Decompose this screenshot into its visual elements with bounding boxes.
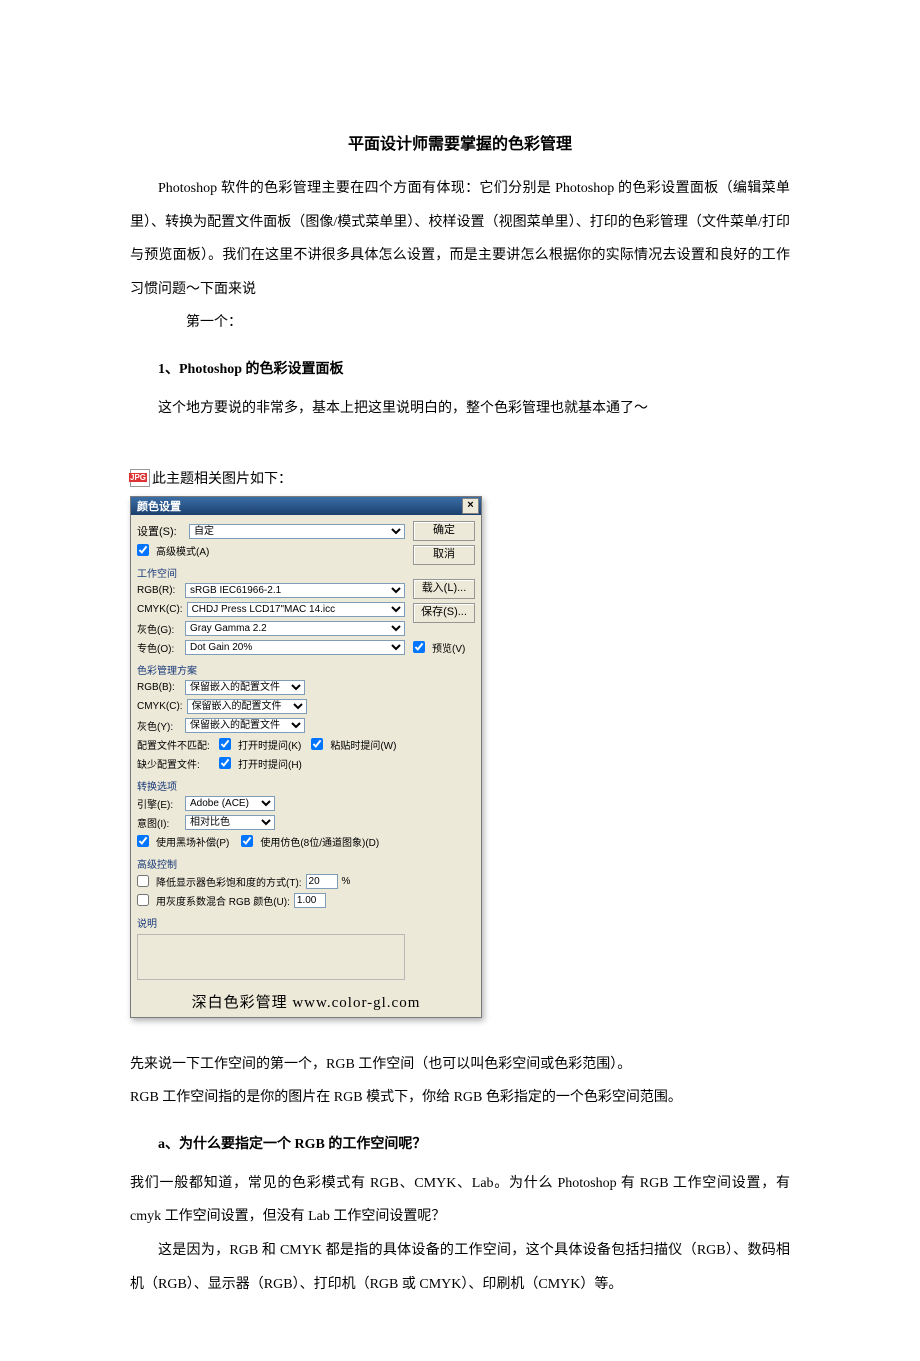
dialog-titlebar: 颜色设置 × xyxy=(131,497,481,515)
conversion-header: 转换选项 xyxy=(137,778,405,793)
intro-paragraph: Photoshop 软件的色彩管理主要在四个方面有体现：它们分别是 Photos… xyxy=(130,172,790,306)
desat-input[interactable] xyxy=(306,874,338,889)
missing-label: 缺少配置文件: xyxy=(137,756,215,771)
desat-checkbox[interactable] xyxy=(137,875,149,887)
policy-header: 色彩管理方案 xyxy=(137,662,405,677)
policy-gray-select[interactable]: 保留嵌入的配置文件 xyxy=(185,718,305,733)
body-p5: RGB 工作空间指的是你的图片在 RGB 模式下，你给 RGB 色彩指定的一个色… xyxy=(130,1081,790,1115)
percent-label: % xyxy=(342,876,351,887)
blackpoint-checkbox[interactable] xyxy=(137,835,149,847)
blend-checkbox[interactable] xyxy=(137,894,149,906)
blend-label: 用灰度系数混合 RGB 颜色(U): xyxy=(156,893,290,908)
watermark-text: 深白色彩管理 www.color-gl.com xyxy=(131,988,481,1017)
settings-select[interactable]: 自定 xyxy=(189,524,405,539)
advanced-header: 高级控制 xyxy=(137,856,405,871)
close-icon[interactable]: × xyxy=(462,498,479,514)
mismatch-open-checkbox[interactable] xyxy=(219,738,231,750)
desat-label: 降低显示器色彩饱和度的方式(T): xyxy=(156,874,302,889)
description-header: 说明 xyxy=(137,915,405,930)
body-p7: 这是因为，RGB 和 CMYK 都是指的具体设备的工作空间，这个具体设备包括扫描… xyxy=(130,1234,790,1301)
preview-checkbox[interactable] xyxy=(413,641,425,653)
intent-select[interactable]: 相对比色 xyxy=(185,815,275,830)
intent-label: 意图(I): xyxy=(137,815,181,830)
policy-rgb-select[interactable]: 保留嵌入的配置文件 xyxy=(185,680,305,695)
blend-input[interactable] xyxy=(294,893,326,908)
mismatch-open-label: 打开时提问(K) xyxy=(238,737,301,752)
missing-open-checkbox[interactable] xyxy=(219,757,231,769)
section-a-heading: a、为什么要指定一个 RGB 的工作空间呢？ xyxy=(158,1133,790,1153)
body-p4: 先来说一下工作空间的第一个，RGB 工作空间（也可以叫色彩空间或色彩范围）。 xyxy=(130,1048,790,1082)
body-p6: 我们一般都知道，常见的色彩模式有 RGB、CMYK、Lab。为什么 Photos… xyxy=(130,1167,790,1234)
advanced-mode-checkbox[interactable] xyxy=(137,544,149,556)
policy-cmyk-label: CMYK(C): xyxy=(137,701,183,712)
jpg-file-icon xyxy=(130,469,150,487)
cmyk-select[interactable]: CHDJ Press LCD17"MAC 14.icc xyxy=(187,602,405,617)
policy-rgb-label: RGB(B): xyxy=(137,682,181,693)
save-button[interactable]: 保存(S)... xyxy=(413,603,475,623)
preview-label: 预览(V) xyxy=(432,640,465,655)
spot-select[interactable]: Dot Gain 20% xyxy=(185,640,405,655)
ok-button[interactable]: 确定 xyxy=(413,521,475,541)
mismatch-paste-label: 粘贴时提问(W) xyxy=(330,737,396,752)
missing-open-label: 打开时提问(H) xyxy=(238,756,302,771)
dialog-title: 颜色设置 xyxy=(137,498,181,514)
section-1-intro: 这个地方要说的非常多，基本上把这里说明白的，整个色彩管理也就基本通了～ xyxy=(130,392,790,426)
gray-select[interactable]: Gray Gamma 2.2 xyxy=(185,621,405,636)
policy-cmyk-select[interactable]: 保留嵌入的配置文件 xyxy=(187,699,307,714)
workspace-header: 工作空间 xyxy=(137,565,405,580)
load-button[interactable]: 载入(L)... xyxy=(413,579,475,599)
cmyk-label: CMYK(C): xyxy=(137,604,183,615)
dither-checkbox[interactable] xyxy=(241,835,253,847)
color-settings-dialog: 颜色设置 × 设置(S): 自定 高级模式(A) 工作空间 RGB(R): sRG… xyxy=(130,496,482,1018)
advanced-mode-label: 高级模式(A) xyxy=(156,543,209,558)
rgb-select[interactable]: sRGB IEC61966-2.1 xyxy=(185,583,405,598)
engine-label: 引擎(E): xyxy=(137,796,181,811)
rgb-label: RGB(R): xyxy=(137,585,181,596)
page-title: 平面设计师需要掌握的色彩管理 xyxy=(130,130,790,154)
engine-select[interactable]: Adobe (ACE) xyxy=(185,796,275,811)
dither-label: 使用仿色(8位/通道图象)(D) xyxy=(260,834,379,849)
gray-label: 灰色(G): xyxy=(137,621,181,636)
mismatch-paste-checkbox[interactable] xyxy=(311,738,323,750)
cancel-button[interactable]: 取消 xyxy=(413,545,475,565)
policy-gray-label: 灰色(Y): xyxy=(137,718,181,733)
lead-first: 第一个： xyxy=(130,306,790,340)
spot-label: 专色(O): xyxy=(137,640,181,655)
description-box xyxy=(137,934,405,980)
section-1-heading: 1、Photoshop 的色彩设置面板 xyxy=(158,358,790,378)
mismatch-label: 配置文件不匹配: xyxy=(137,737,215,752)
settings-label: 设置(S): xyxy=(137,523,185,539)
blackpoint-label: 使用黑场补偿(P) xyxy=(156,834,229,849)
image-caption: 此主题相关图片如下： xyxy=(152,468,292,488)
